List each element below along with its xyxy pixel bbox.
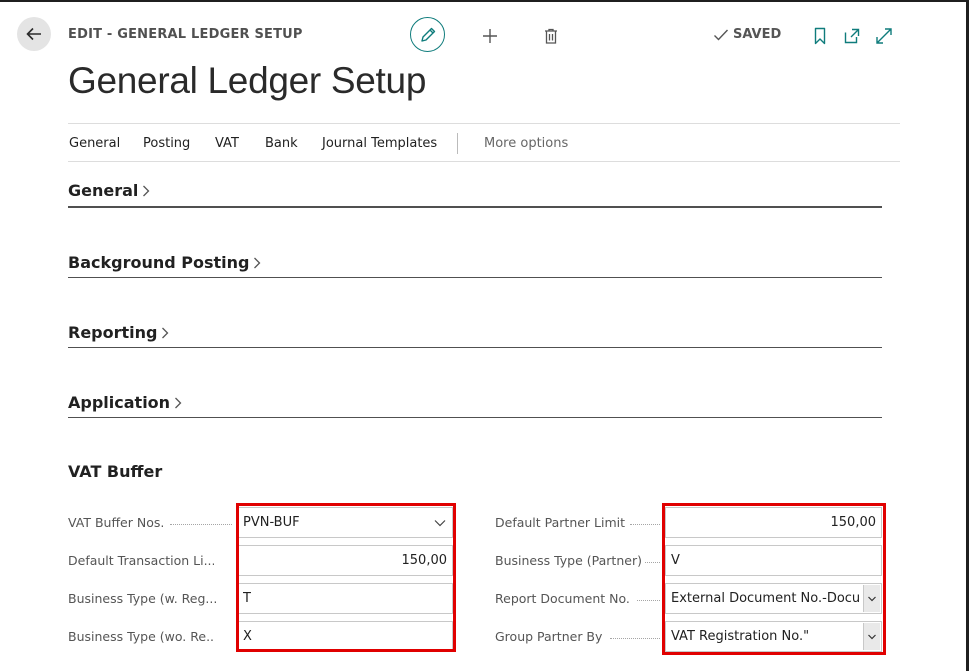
business-type-w-reg-value: T	[243, 591, 251, 606]
action-vat[interactable]: VAT	[215, 136, 239, 151]
saved-label: SAVED	[733, 27, 782, 42]
saved-status: SAVED	[713, 27, 781, 42]
chevron-down-icon	[434, 519, 446, 526]
field-label-default-partner-limit: Default Partner Limit	[495, 514, 625, 530]
chevron-right-icon	[162, 327, 169, 338]
section-background-posting: Background Posting	[68, 248, 882, 278]
field-label-group-partner-by: Group Partner By	[495, 628, 603, 644]
field-label-business-type-wo-reg: Business Type (wo. Re...	[68, 628, 214, 644]
business-type-wo-reg-input[interactable]: X	[237, 621, 453, 652]
bookmark-icon	[814, 27, 826, 45]
bookmark-button[interactable]	[812, 26, 828, 46]
section-general-header[interactable]: General	[68, 181, 151, 200]
vat-buffer-nos-select[interactable]: PVN-BUF	[237, 507, 453, 538]
section-background-posting-title: Background Posting	[68, 253, 250, 272]
section-background-posting-header[interactable]: Background Posting	[68, 253, 262, 272]
label-leader-dots	[170, 523, 232, 525]
action-bar: General Posting VAT Bank Journal Templat…	[68, 123, 900, 162]
page-title: General Ledger Setup	[68, 60, 427, 101]
action-bank[interactable]: Bank	[265, 136, 298, 151]
default-transaction-limit-value: 150,00	[401, 553, 448, 568]
label-leader-dots	[645, 561, 660, 563]
field-label-business-type-partner: Business Type (Partner)	[495, 552, 641, 568]
edit-button[interactable]	[410, 17, 445, 52]
expand-button[interactable]	[874, 26, 894, 46]
chevron-right-icon	[254, 257, 261, 268]
trash-icon	[545, 28, 557, 44]
business-type-partner-value: V	[671, 553, 680, 568]
action-more-options[interactable]: More options	[484, 136, 568, 151]
section-application-header[interactable]: Application	[68, 393, 183, 412]
section-vat-buffer-title[interactable]: VAT Buffer	[68, 462, 162, 481]
back-arrow-icon	[26, 27, 41, 41]
open-new-window-button[interactable]	[842, 26, 862, 46]
chevron-down-icon	[868, 596, 876, 601]
report-document-no-value: External Document No.-Document No.	[671, 591, 861, 606]
section-reporting-header[interactable]: Reporting	[68, 323, 170, 342]
field-label-business-type-w-reg: Business Type (w. Reg....	[68, 590, 216, 606]
label-leader-dots	[630, 523, 660, 525]
expand-icon	[876, 28, 892, 44]
business-type-partner-input[interactable]: V	[665, 545, 882, 576]
back-button[interactable]	[17, 17, 51, 51]
chevron-down-icon	[868, 634, 876, 639]
plus-icon	[483, 29, 497, 43]
action-posting[interactable]: Posting	[143, 136, 190, 151]
new-button[interactable]	[480, 27, 500, 45]
field-label-default-transaction-limit: Default Transaction Li...	[68, 552, 214, 568]
default-partner-limit-value: 150,00	[830, 515, 877, 530]
group-partner-by-select[interactable]: VAT Registration No."	[665, 621, 882, 652]
business-type-w-reg-input[interactable]: T	[237, 583, 453, 614]
section-application: Application	[68, 388, 882, 418]
business-type-wo-reg-value: X	[243, 629, 252, 644]
section-reporting: Reporting	[68, 318, 882, 348]
vat-buffer-nos-value: PVN-BUF	[243, 515, 300, 530]
open-in-new-window-icon	[844, 28, 860, 44]
group-partner-by-dropdown-button[interactable]	[863, 623, 880, 650]
chevron-right-icon	[175, 397, 182, 408]
report-document-no-select[interactable]: External Document No.-Document No.	[665, 583, 882, 614]
action-journal-templates[interactable]: Journal Templates	[322, 136, 437, 151]
top-border	[0, 0, 969, 2]
page-caption: EDIT - GENERAL LEDGER SETUP	[68, 27, 303, 42]
section-general: General	[68, 176, 882, 208]
report-document-no-dropdown-button[interactable]	[863, 585, 880, 612]
action-separator	[457, 133, 458, 154]
section-application-title: Application	[68, 393, 171, 412]
action-general[interactable]: General	[69, 136, 120, 151]
section-general-title: General	[68, 181, 139, 200]
delete-button[interactable]	[541, 26, 561, 46]
section-reporting-title: Reporting	[68, 323, 158, 342]
field-label-vat-buffer-nos: VAT Buffer Nos.	[68, 514, 165, 530]
chevron-right-icon	[143, 185, 150, 196]
label-leader-dots	[637, 599, 660, 601]
checkmark-icon	[714, 29, 729, 41]
pencil-icon	[420, 27, 435, 42]
label-leader-dots	[610, 637, 660, 639]
default-partner-limit-input[interactable]: 150,00	[665, 507, 882, 538]
group-partner-by-value: VAT Registration No."	[671, 629, 810, 644]
field-label-report-document-no: Report Document No.	[495, 590, 630, 606]
default-transaction-limit-input[interactable]: 150,00	[237, 545, 453, 576]
